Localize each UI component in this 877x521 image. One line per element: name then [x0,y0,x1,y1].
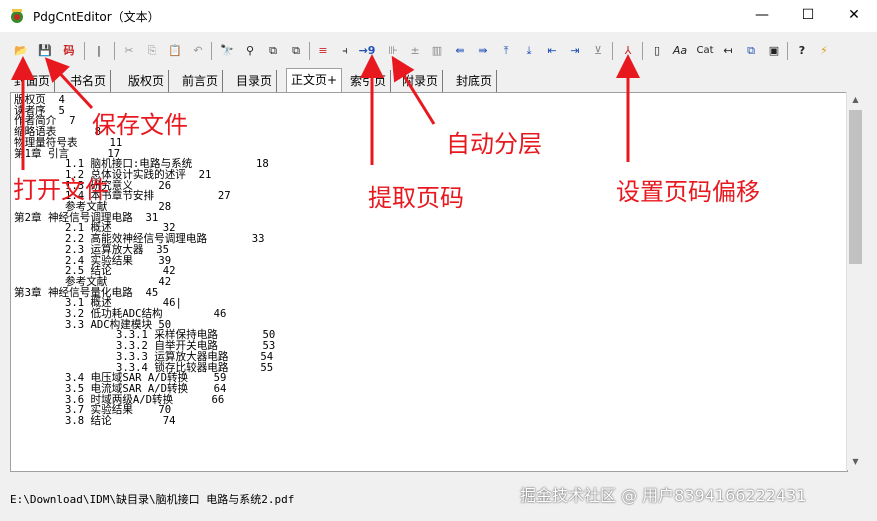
annotation-arrows [11,54,640,170]
auto-level-arrow [391,55,436,125]
annotation-offset: 设置页码偏移 [616,178,760,206]
annotation-save: 保存文件 [92,111,188,139]
save-file-arrow [44,57,94,110]
annotation-extract: 提取页码 [368,184,464,212]
annotation-auto: 自动分层 [446,130,542,158]
annotation-open: 打开文件 [13,176,109,204]
